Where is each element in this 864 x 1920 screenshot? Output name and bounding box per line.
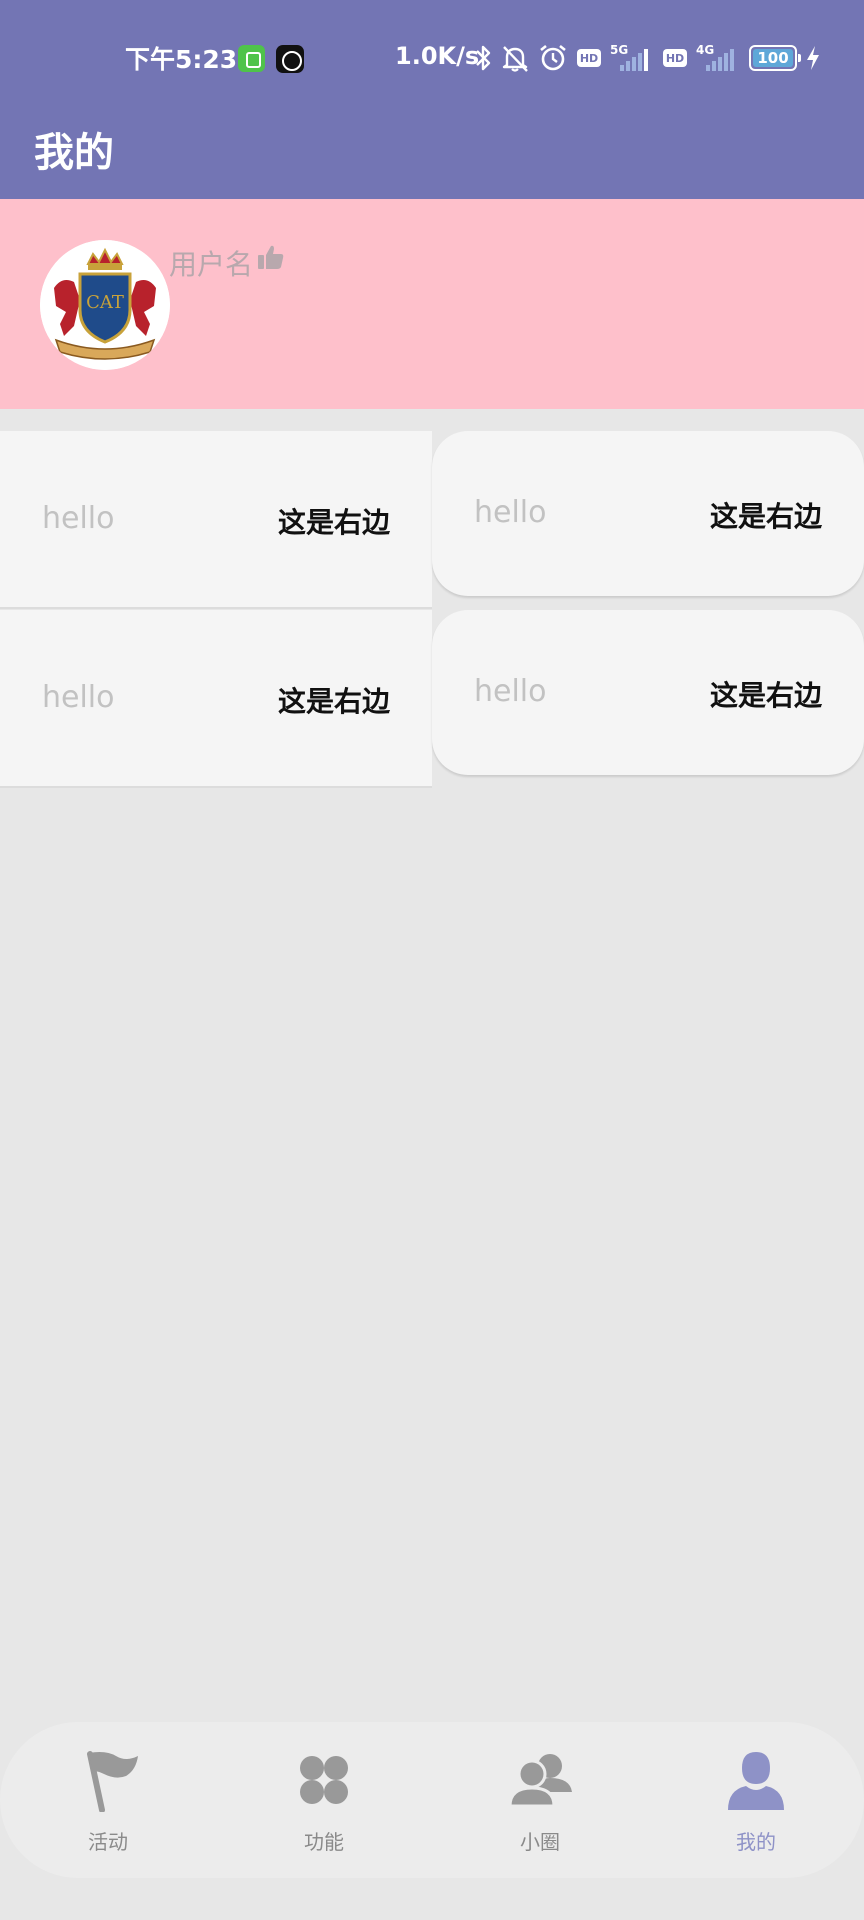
card-left-text: hello xyxy=(474,674,547,709)
card-left-text: hello xyxy=(42,680,115,715)
card-right-text: 这是右边 xyxy=(277,685,390,718)
svg-text:CAT: CAT xyxy=(86,292,124,313)
hd-badge-2: HD xyxy=(663,49,687,67)
charging-icon xyxy=(807,46,819,70)
bluetooth-icon xyxy=(476,45,491,71)
status-icons: HD 5G HD 4G 100 xyxy=(474,40,820,76)
flag-icon xyxy=(87,1751,138,1812)
card-left-text: hello xyxy=(474,495,547,530)
clock-app-icon xyxy=(276,45,304,73)
avatar[interactable]: CAT xyxy=(40,240,170,370)
battery-level: 100 xyxy=(757,49,789,67)
nav-item-circle[interactable]: 小圈 xyxy=(432,1722,648,1878)
card-left-text: hello xyxy=(42,501,115,536)
list-item[interactable]: hello 这是右边 xyxy=(432,610,864,775)
signal-icon: 4G xyxy=(696,43,740,73)
list-item[interactable]: hello 这是右边 xyxy=(0,431,432,609)
card-right-text: 这是右边 xyxy=(709,500,822,533)
app-notification-icon xyxy=(238,45,265,72)
thumb-up-icon[interactable] xyxy=(257,243,285,271)
list-item[interactable]: hello 这是右边 xyxy=(432,431,864,596)
nav-item-activity[interactable]: 活动 xyxy=(0,1722,216,1878)
status-time: 下午5:23 xyxy=(125,45,238,74)
list-item[interactable]: hello 这是右边 xyxy=(0,610,432,788)
battery-icon: 100 xyxy=(749,45,801,71)
bottom-nav: 活动 功能 小圈 我的 xyxy=(0,1722,864,1878)
nav-item-me[interactable]: 我的 xyxy=(648,1722,864,1878)
person-icon xyxy=(728,1752,784,1810)
profile-header: CAT 用户名 xyxy=(0,199,864,409)
app-bar: 我的 xyxy=(0,108,864,199)
nav-label: 功能 xyxy=(304,1830,344,1854)
group-icon xyxy=(508,1754,572,1808)
alarm-icon xyxy=(540,44,566,71)
card-right-text: 这是右边 xyxy=(709,679,822,712)
network-speed: 1.0K/s xyxy=(395,42,480,70)
cat-crest-avatar: CAT xyxy=(40,240,170,370)
nav-label: 活动 xyxy=(88,1830,128,1854)
nav-label: 我的 xyxy=(736,1830,776,1854)
nav-label: 小圈 xyxy=(520,1830,560,1854)
page-title: 我的 xyxy=(34,130,114,176)
grid-dots-icon xyxy=(300,1756,348,1804)
signal-icon: 5G xyxy=(610,43,654,73)
mute-icon xyxy=(502,46,528,72)
status-bar: 下午5:23 1.0K/s HD 5G HD 4G 100 xyxy=(0,0,864,108)
card-right-text: 这是右边 xyxy=(277,506,390,539)
username: 用户名 xyxy=(169,248,254,281)
nav-item-features[interactable]: 功能 xyxy=(216,1722,432,1878)
hd-badge-1: HD xyxy=(577,49,601,67)
